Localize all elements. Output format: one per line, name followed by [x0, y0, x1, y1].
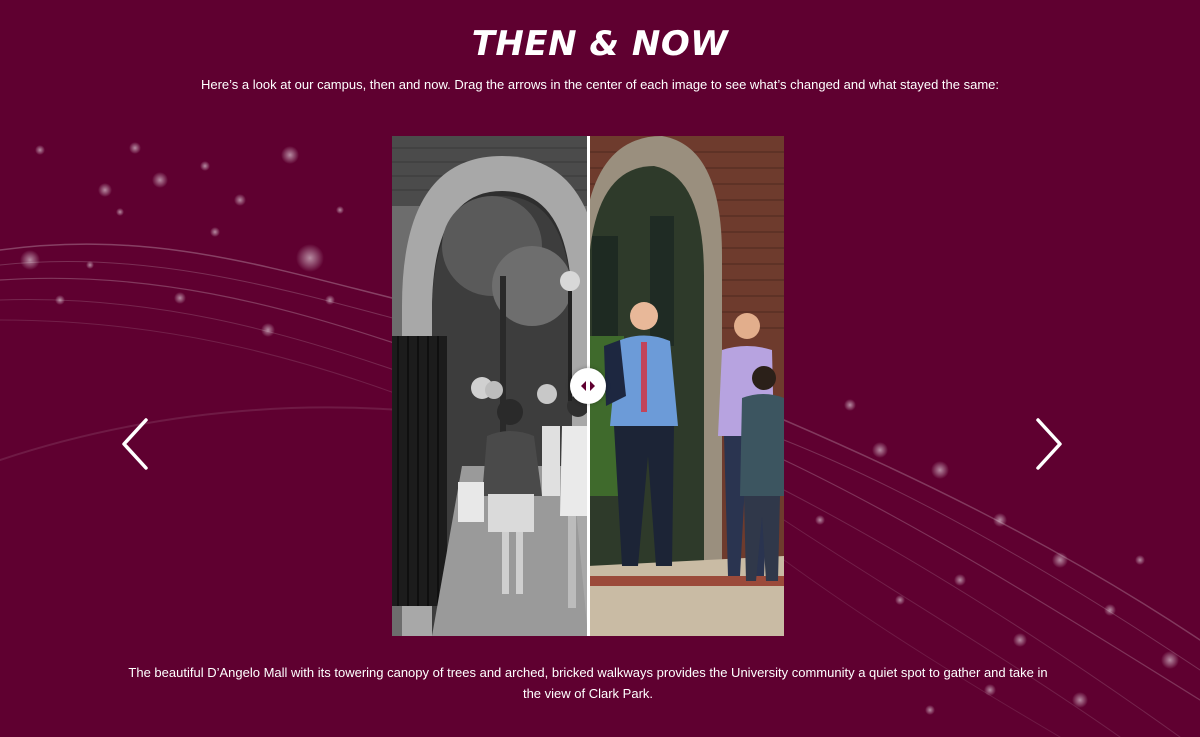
intro-text: Here’s a look at our campus, then and no…	[200, 77, 1000, 92]
previous-slide-button[interactable]	[118, 416, 152, 472]
now-photo	[588, 136, 784, 636]
next-slide-button[interactable]	[1032, 416, 1066, 472]
chevron-left-icon	[122, 418, 148, 470]
before-after-slider[interactable]	[392, 136, 784, 636]
chevron-right-icon	[1036, 418, 1062, 470]
page-title: THEN & NOW	[471, 24, 729, 64]
slider-handle[interactable]	[570, 368, 606, 404]
left-right-arrows-icon	[581, 381, 595, 391]
slide-caption: The beautiful D’Angelo Mall with its tow…	[128, 665, 1048, 701]
